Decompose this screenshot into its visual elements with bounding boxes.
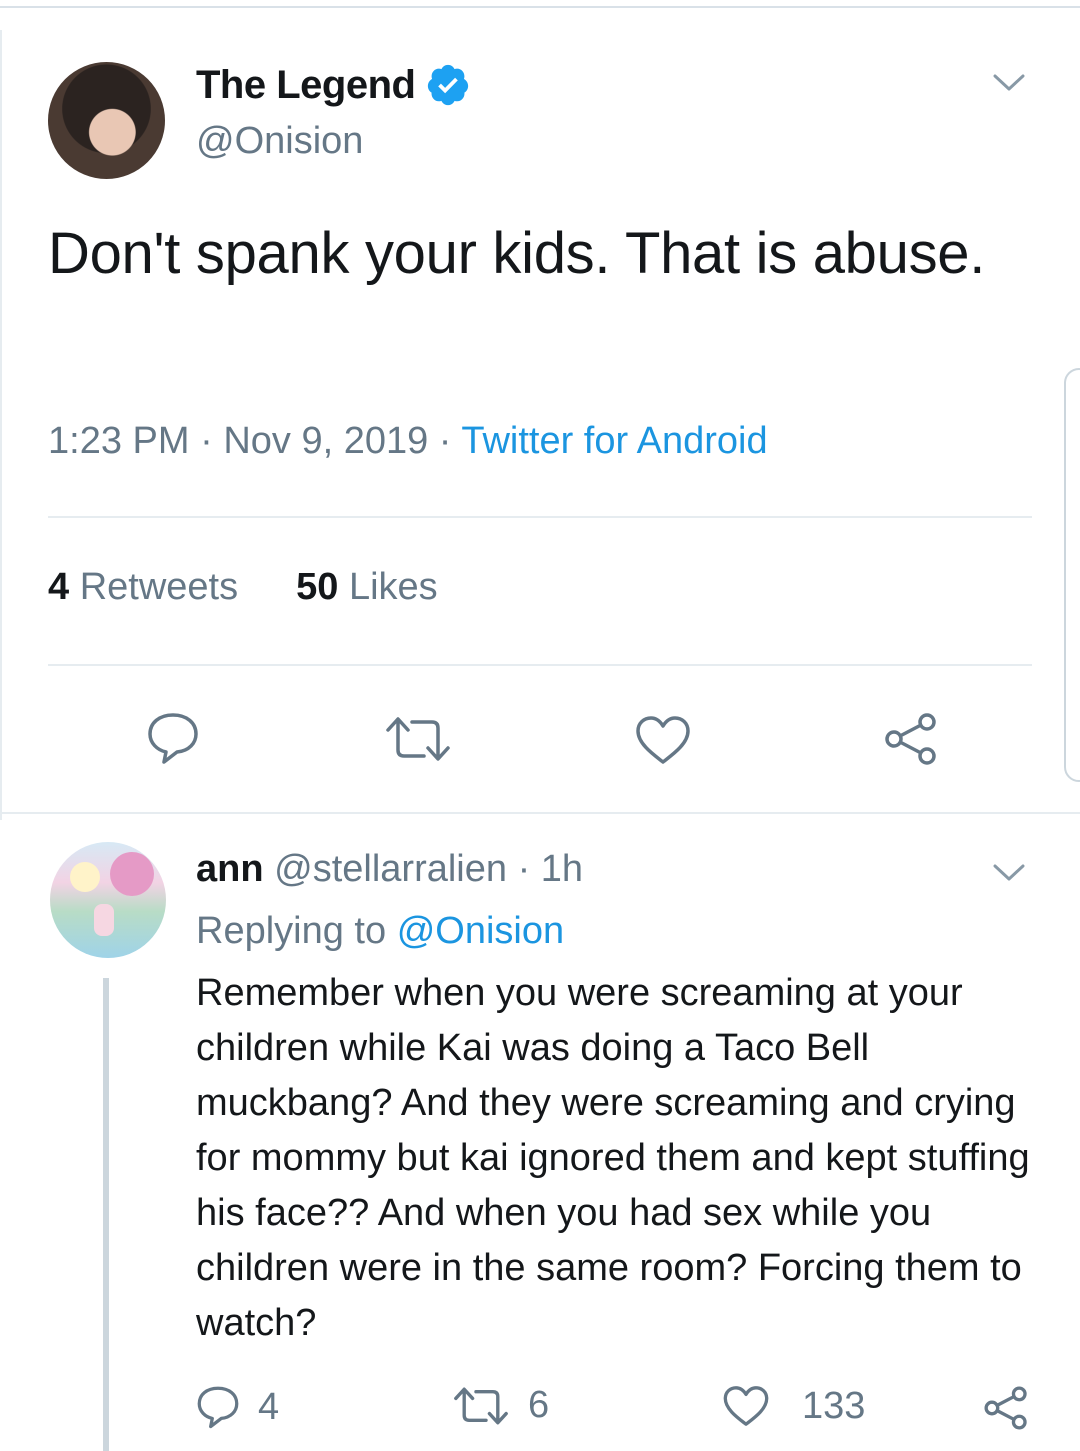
like-count: 133 bbox=[802, 1384, 866, 1427]
tweet-time: 1:23 PM bbox=[48, 420, 190, 462]
thread-line bbox=[103, 978, 109, 1451]
like-icon[interactable] bbox=[722, 1384, 770, 1428]
chevron-down-icon[interactable] bbox=[992, 72, 1026, 94]
reply-retweet-action[interactable]: 6 bbox=[452, 1384, 549, 1427]
reply-reply-action[interactable]: 4 bbox=[196, 1384, 279, 1430]
reply-icon[interactable] bbox=[146, 710, 200, 766]
retweet-icon[interactable] bbox=[384, 714, 452, 764]
likes-count: 50 bbox=[296, 566, 339, 608]
retweet-count: 6 bbox=[528, 1384, 550, 1426]
reply-author-avatar[interactable] bbox=[50, 842, 166, 958]
likes-stat[interactable]: 50 Likes bbox=[296, 566, 438, 608]
meta-separator: · bbox=[438, 420, 462, 462]
retweets-label: Retweets bbox=[79, 566, 239, 608]
tweet-text: Don't spank your kids. That is abuse. bbox=[48, 221, 986, 286]
divider bbox=[48, 664, 1032, 666]
tweet-source-link[interactable]: Twitter for Android bbox=[461, 420, 767, 462]
retweets-count: 4 bbox=[48, 566, 70, 608]
share-icon[interactable] bbox=[882, 710, 940, 768]
replying-prefix: Replying to bbox=[196, 910, 387, 952]
reply-display-name[interactable]: ann bbox=[196, 848, 264, 890]
retweet-icon[interactable] bbox=[452, 1385, 510, 1427]
author-name-line: The Legend bbox=[196, 62, 471, 108]
tweet-date[interactable]: Nov 9, 2019 bbox=[223, 420, 428, 462]
share-icon[interactable] bbox=[982, 1384, 1030, 1432]
reply-share-action[interactable] bbox=[982, 1384, 1048, 1432]
reply-handle[interactable]: @stellarralien bbox=[274, 848, 507, 890]
top-divider bbox=[0, 6, 1080, 8]
likes-label: Likes bbox=[348, 566, 438, 608]
reply-header: ann @stellarralien · 1h bbox=[196, 848, 583, 891]
reply-count: 4 bbox=[258, 1385, 280, 1428]
meta-separator: · bbox=[517, 848, 541, 890]
replying-to: Replying to @Onision bbox=[196, 910, 564, 953]
tweet-stats: 4 Retweets 50 Likes bbox=[48, 566, 438, 609]
tweet-meta: 1:23 PM · Nov 9, 2019 · Twitter for Andr… bbox=[48, 420, 768, 463]
reply-text: Remember when you were screaming at your… bbox=[196, 972, 1030, 1344]
author-display-name[interactable]: The Legend bbox=[196, 63, 416, 108]
retweets-stat[interactable]: 4 Retweets bbox=[48, 566, 238, 608]
like-icon[interactable] bbox=[634, 714, 692, 766]
reply-age: 1h bbox=[540, 848, 584, 890]
author-handle[interactable]: @Onision bbox=[196, 120, 363, 163]
scrollbar-thumb[interactable] bbox=[1064, 368, 1080, 782]
chevron-down-icon[interactable] bbox=[992, 862, 1026, 884]
reply-like-action[interactable]: 133 bbox=[722, 1384, 865, 1428]
meta-separator: · bbox=[200, 420, 224, 462]
reply-icon[interactable] bbox=[196, 1384, 240, 1430]
divider bbox=[48, 516, 1032, 518]
verified-badge-icon bbox=[428, 64, 469, 106]
author-avatar[interactable] bbox=[48, 62, 165, 179]
left-border bbox=[0, 30, 2, 820]
section-divider bbox=[0, 812, 1080, 814]
replying-to-handle-link[interactable]: @Onision bbox=[397, 910, 564, 952]
